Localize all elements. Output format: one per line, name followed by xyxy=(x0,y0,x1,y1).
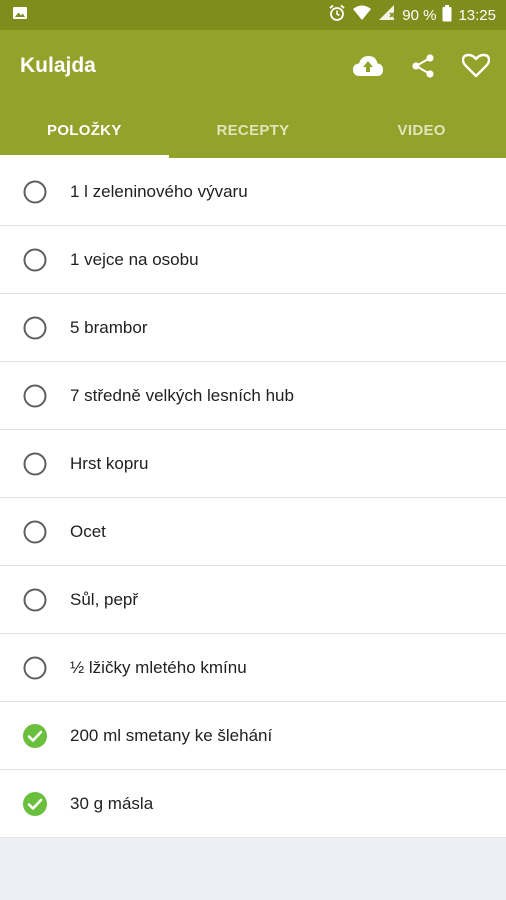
app-bar: Kulajda xyxy=(0,30,506,102)
tab-video[interactable]: VIDEO xyxy=(337,102,506,158)
item-label: 1 l zeleninového vývaru xyxy=(70,181,248,201)
alarm-icon xyxy=(328,4,346,26)
list-item[interactable]: Hrst kopru xyxy=(0,430,506,498)
status-bar: 90 % 13:25 xyxy=(0,0,506,30)
list-item[interactable]: 1 vejce na osobu xyxy=(0,226,506,294)
tab-recepty[interactable]: RECEPTY xyxy=(169,102,338,158)
signal-icon xyxy=(378,5,396,25)
checked-circle-icon[interactable] xyxy=(0,723,70,749)
list-item[interactable]: ½ lžičky mletého kmínu xyxy=(0,634,506,702)
checked-circle-icon[interactable] xyxy=(0,791,70,817)
unchecked-circle-icon[interactable] xyxy=(0,247,70,273)
list-item[interactable]: 5 brambor xyxy=(0,294,506,362)
unchecked-circle-icon[interactable] xyxy=(0,655,70,681)
tab-bar: POLOŽKY RECEPTY VIDEO xyxy=(0,102,506,158)
item-label: 200 ml smetany ke šlehání xyxy=(70,725,273,745)
list-item[interactable]: 1 l zeleninového vývaru xyxy=(0,158,506,226)
list-item[interactable]: 30 g másla xyxy=(0,770,506,838)
heart-icon[interactable] xyxy=(462,53,490,79)
item-label: 1 vejce na osobu xyxy=(70,249,199,269)
tab-polozky[interactable]: POLOŽKY xyxy=(0,102,169,158)
ingredient-list: 1 l zeleninového vývaru 1 vejce na osobu… xyxy=(0,158,506,838)
item-label: Sůl, pepř xyxy=(70,589,139,609)
battery-percent: 90 % xyxy=(402,6,437,24)
cloud-upload-icon[interactable] xyxy=(352,54,384,78)
wifi-icon xyxy=(352,5,372,25)
unchecked-circle-icon[interactable] xyxy=(0,315,70,341)
item-label: Ocet xyxy=(70,521,106,541)
app-title: Kulajda xyxy=(20,54,96,77)
share-icon[interactable] xyxy=(410,53,436,79)
unchecked-circle-icon[interactable] xyxy=(0,383,70,409)
list-item[interactable]: 7 středně velkých lesních hub xyxy=(0,362,506,430)
unchecked-circle-icon[interactable] xyxy=(0,587,70,613)
list-item[interactable]: 200 ml smetany ke šlehání xyxy=(0,702,506,770)
clock: 13:25 xyxy=(458,6,496,24)
list-item[interactable]: Sůl, pepř xyxy=(0,566,506,634)
item-label: Hrst kopru xyxy=(70,453,149,473)
battery-icon xyxy=(442,4,452,26)
item-label: 30 g másla xyxy=(70,793,154,813)
unchecked-circle-icon[interactable] xyxy=(0,451,70,477)
unchecked-circle-icon[interactable] xyxy=(0,179,70,205)
image-icon xyxy=(12,5,28,25)
item-label: 5 brambor xyxy=(70,317,148,337)
item-label: 7 středně velkých lesních hub xyxy=(70,385,294,405)
unchecked-circle-icon[interactable] xyxy=(0,519,70,545)
list-item[interactable]: Ocet xyxy=(0,498,506,566)
item-label: ½ lžičky mletého kmínu xyxy=(70,657,247,677)
